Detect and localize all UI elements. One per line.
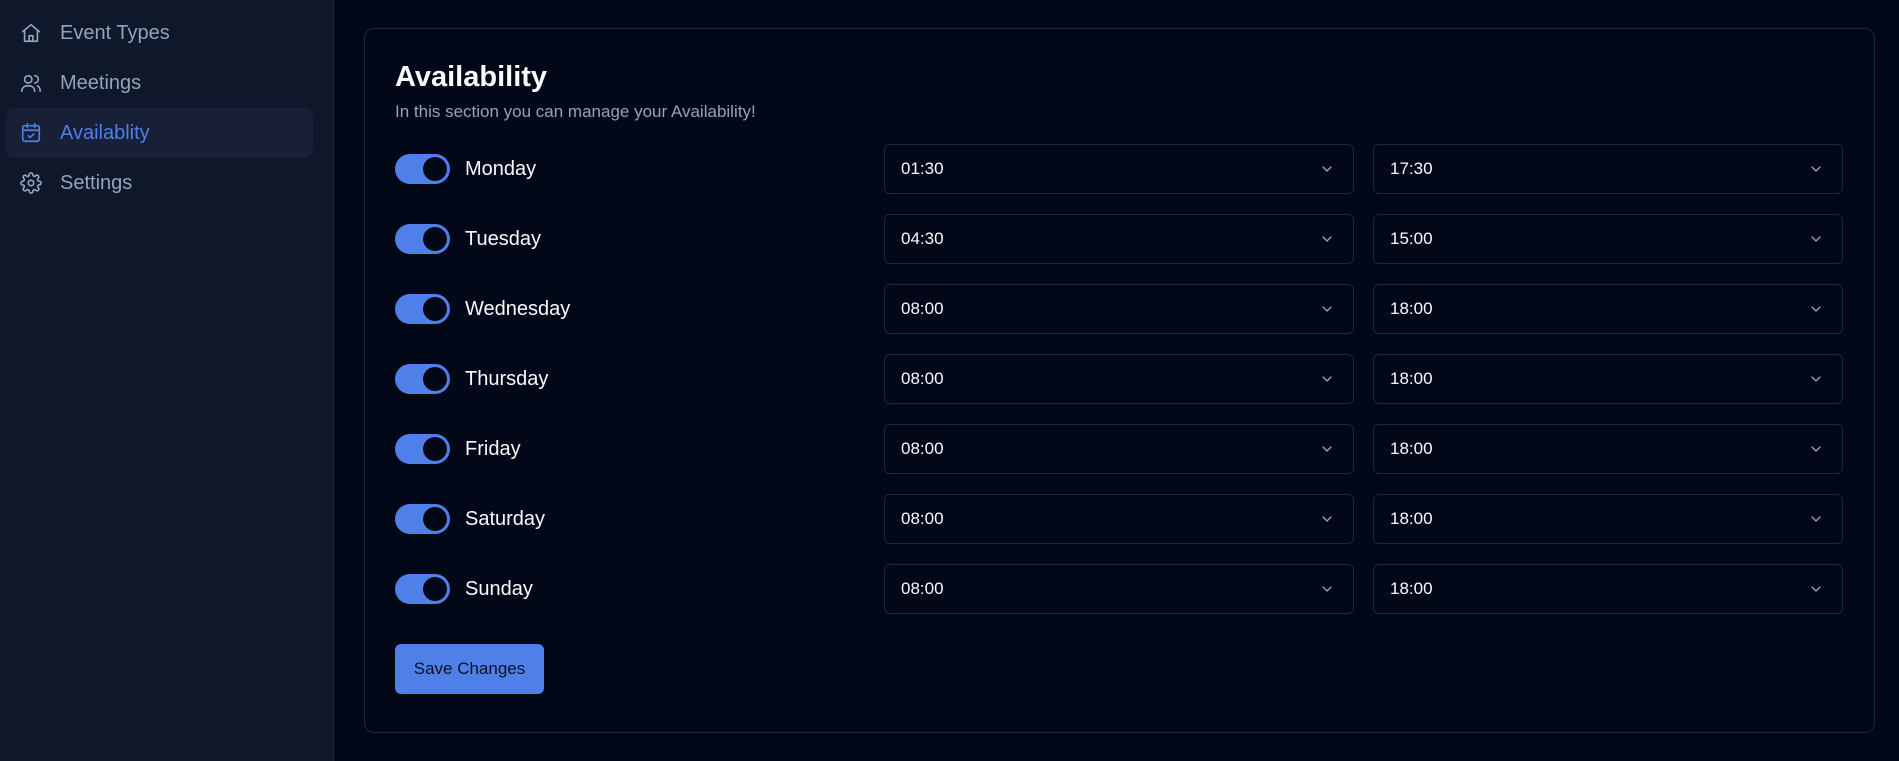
app-layout: Event Types Meetings Availablity Setting… bbox=[0, 0, 1899, 761]
end-time-select[interactable]: 18:00 bbox=[1373, 354, 1843, 404]
chevron-down-icon bbox=[1319, 371, 1335, 387]
day-label: Tuesday bbox=[465, 227, 541, 250]
start-time-value: 08:00 bbox=[901, 369, 944, 388]
day-row-monday: Monday 01:30 17:30 bbox=[395, 144, 1844, 194]
users-icon bbox=[20, 72, 42, 94]
chevron-down-icon bbox=[1319, 581, 1335, 597]
end-time-select[interactable]: 17:30 bbox=[1373, 144, 1843, 194]
chevron-down-icon bbox=[1319, 511, 1335, 527]
sidebar-item-event-types[interactable]: Event Types bbox=[6, 8, 313, 58]
day-label: Sunday bbox=[465, 577, 533, 600]
start-time-select[interactable]: 08:00 bbox=[884, 564, 1354, 614]
start-time-select[interactable]: 08:00 bbox=[884, 284, 1354, 334]
day-label: Wednesday bbox=[465, 297, 571, 320]
toggle-knob bbox=[423, 437, 447, 461]
day-toggle[interactable] bbox=[395, 434, 450, 464]
calendar-check-icon bbox=[20, 122, 42, 144]
toggle-knob bbox=[423, 227, 447, 251]
day-toggle-group: Friday bbox=[395, 434, 884, 464]
start-time-value: 08:00 bbox=[901, 579, 944, 598]
end-time-select[interactable]: 18:00 bbox=[1373, 564, 1843, 614]
start-time-select[interactable]: 08:00 bbox=[884, 354, 1354, 404]
day-toggle[interactable] bbox=[395, 574, 450, 604]
day-toggle[interactable] bbox=[395, 364, 450, 394]
day-label: Monday bbox=[465, 157, 537, 180]
start-time-select[interactable]: 08:00 bbox=[884, 424, 1354, 474]
day-label: Thursday bbox=[465, 367, 549, 390]
availability-card: Availability In this section you can man… bbox=[364, 28, 1875, 733]
availability-rows: Monday 01:30 17:30 Tuesday 04:30 15:00 W… bbox=[395, 144, 1844, 614]
sidebar: Event Types Meetings Availablity Setting… bbox=[0, 0, 334, 761]
end-time-select[interactable]: 18:00 bbox=[1373, 284, 1843, 334]
page-subtitle: In this section you can manage your Avai… bbox=[395, 102, 756, 121]
chevron-down-icon bbox=[1319, 441, 1335, 457]
end-time-value: 18:00 bbox=[1390, 439, 1433, 458]
day-toggle-group: Thursday bbox=[395, 364, 884, 394]
end-time-value: 18:00 bbox=[1390, 369, 1433, 388]
chevron-down-icon bbox=[1808, 161, 1824, 177]
day-toggle-group: Tuesday bbox=[395, 224, 884, 254]
chevron-down-icon bbox=[1808, 441, 1824, 457]
page-title: Availability bbox=[395, 61, 548, 93]
start-time-value: 08:00 bbox=[901, 299, 944, 318]
sidebar-item-settings[interactable]: Settings bbox=[6, 158, 313, 208]
start-time-value: 08:00 bbox=[901, 509, 944, 528]
day-row-tuesday: Tuesday 04:30 15:00 bbox=[395, 214, 1844, 264]
day-toggle-group: Wednesday bbox=[395, 294, 884, 324]
chevron-down-icon bbox=[1808, 511, 1824, 527]
end-time-select[interactable]: 15:00 bbox=[1373, 214, 1843, 264]
day-toggle[interactable] bbox=[395, 224, 450, 254]
chevron-down-icon bbox=[1319, 231, 1335, 247]
sidebar-item-meetings[interactable]: Meetings bbox=[6, 58, 313, 108]
end-time-value: 18:00 bbox=[1390, 509, 1433, 528]
chevron-down-icon bbox=[1808, 581, 1824, 597]
gear-icon bbox=[20, 172, 42, 194]
day-toggle-group: Saturday bbox=[395, 504, 884, 534]
day-toggle[interactable] bbox=[395, 154, 450, 184]
home-icon bbox=[20, 22, 42, 44]
main-content: Availability In this section you can man… bbox=[334, 0, 1899, 761]
end-time-value: 18:00 bbox=[1390, 299, 1433, 318]
toggle-knob bbox=[423, 507, 447, 531]
chevron-down-icon bbox=[1808, 301, 1824, 317]
sidebar-item-label: Event Types bbox=[60, 21, 170, 44]
day-toggle-group: Sunday bbox=[395, 574, 884, 604]
sidebar-item-label: Settings bbox=[60, 171, 133, 194]
start-time-value: 04:30 bbox=[901, 229, 944, 248]
toggle-knob bbox=[423, 157, 447, 181]
toggle-knob bbox=[423, 297, 447, 321]
chevron-down-icon bbox=[1808, 231, 1824, 247]
end-time-select[interactable]: 18:00 bbox=[1373, 494, 1843, 544]
end-time-value: 15:00 bbox=[1390, 229, 1433, 248]
day-label: Friday bbox=[465, 437, 521, 460]
day-toggle-group: Monday bbox=[395, 154, 884, 184]
day-row-sunday: Sunday 08:00 18:00 bbox=[395, 564, 1844, 614]
sidebar-item-label: Meetings bbox=[60, 71, 142, 94]
chevron-down-icon bbox=[1319, 161, 1335, 177]
sidebar-item-availability[interactable]: Availablity bbox=[6, 108, 313, 158]
sidebar-item-label: Availablity bbox=[60, 121, 150, 144]
day-row-saturday: Saturday 08:00 18:00 bbox=[395, 494, 1844, 544]
day-row-friday: Friday 08:00 18:00 bbox=[395, 424, 1844, 474]
day-row-wednesday: Wednesday 08:00 18:00 bbox=[395, 284, 1844, 334]
day-toggle[interactable] bbox=[395, 504, 450, 534]
end-time-value: 17:30 bbox=[1390, 159, 1433, 178]
toggle-knob bbox=[423, 577, 447, 601]
start-time-select[interactable]: 01:30 bbox=[884, 144, 1354, 194]
chevron-down-icon bbox=[1319, 301, 1335, 317]
day-row-thursday: Thursday 08:00 18:00 bbox=[395, 354, 1844, 404]
end-time-value: 18:00 bbox=[1390, 579, 1433, 598]
chevron-down-icon bbox=[1808, 371, 1824, 387]
day-toggle[interactable] bbox=[395, 294, 450, 324]
toggle-knob bbox=[423, 367, 447, 391]
end-time-select[interactable]: 18:00 bbox=[1373, 424, 1843, 474]
start-time-select[interactable]: 04:30 bbox=[884, 214, 1354, 264]
save-changes-button[interactable]: Save Changes bbox=[395, 644, 544, 694]
start-time-select[interactable]: 08:00 bbox=[884, 494, 1354, 544]
start-time-value: 01:30 bbox=[901, 159, 944, 178]
start-time-value: 08:00 bbox=[901, 439, 944, 458]
day-label: Saturday bbox=[465, 507, 546, 530]
